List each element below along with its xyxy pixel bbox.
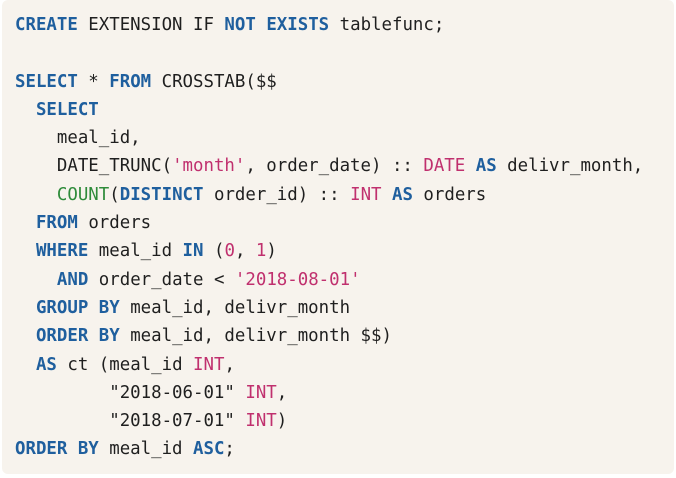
- code-text: ;: [224, 439, 235, 460]
- code-text: meal_id: [98, 439, 193, 460]
- code-line: "2018-06-01" INT,: [15, 379, 674, 407]
- code-line: GROUP BY meal_id, delivr_month: [15, 294, 674, 322]
- sql-code: CREATE EXTENSION IF NOT EXISTS tablefunc…: [15, 11, 674, 464]
- sql-keyword: EXISTS: [266, 15, 330, 35]
- code-text: order_date <: [88, 269, 235, 290]
- sql-keyword: AS: [475, 156, 497, 177]
- sql-keyword: AS: [35, 354, 57, 375]
- code-text: ct (meal_id: [56, 354, 194, 375]
- function-name: COUNT: [56, 184, 110, 205]
- code-text: CROSSTAB($$: [151, 71, 277, 92]
- code-line: DATE_TRUNC('month', order_date) :: DATE …: [15, 152, 674, 180]
- code-text: , order_date) ::: [245, 156, 424, 177]
- code-text: meal_id,: [15, 128, 141, 149]
- code-text: ): [276, 411, 288, 432]
- code-line: WHERE meal_id IN (0, 1): [15, 237, 674, 265]
- code-line: ORDER BY meal_id, delivr_month $$): [15, 322, 674, 350]
- sql-keyword: CREATE: [15, 15, 78, 35]
- sql-keyword: FROM: [35, 213, 78, 234]
- code-text: "2018-07-01": [15, 411, 246, 432]
- sql-keyword: ORDER BY: [35, 326, 120, 347]
- sql-keyword: WHERE: [35, 241, 89, 262]
- sql-keyword: GROUP BY: [35, 297, 120, 318]
- code-text: meal_id: [88, 241, 183, 262]
- code-line: SELECT * FROM CROSSTAB($$: [15, 68, 674, 96]
- code-text: meal_id, delivr_month $$): [119, 326, 392, 347]
- code-text: (: [109, 184, 120, 205]
- code-text: ): [266, 241, 277, 262]
- type-name: INT: [350, 184, 382, 205]
- code-line: "2018-07-01" INT): [15, 407, 674, 435]
- code-text: DATE_TRUNC(: [15, 156, 173, 177]
- code-text: ,: [234, 241, 256, 262]
- code-text: order_id) ::: [203, 184, 351, 205]
- code-line: AS ct (meal_id INT,: [15, 351, 674, 379]
- code-line: CREATE EXTENSION IF NOT EXISTS tablefunc…: [15, 11, 674, 39]
- code-text: ,: [276, 382, 288, 403]
- code-line: SELECT: [15, 96, 674, 124]
- code-text: meal_id, delivr_month: [119, 297, 351, 318]
- code-block: CREATE EXTENSION IF NOT EXISTS tablefunc…: [2, 0, 674, 474]
- code-line: meal_id,: [15, 124, 674, 152]
- sql-keyword: NOT: [224, 15, 256, 35]
- sql-keyword: ASC: [193, 439, 225, 460]
- code-text: orders: [412, 184, 487, 205]
- type-name: INT: [245, 382, 277, 403]
- sql-keyword: ORDER BY: [15, 439, 99, 460]
- code-text: orders: [77, 213, 152, 234]
- type-name: INT: [245, 411, 277, 432]
- string-literal: 'month': [172, 156, 246, 177]
- sql-keyword: FROM: [109, 71, 152, 92]
- code-line: COUNT(DISTINCT order_id) :: INT AS order…: [15, 181, 674, 209]
- number-literal: 0: [224, 241, 235, 262]
- code-text: tablefunc;: [329, 15, 445, 35]
- sql-keyword: AND: [56, 269, 89, 290]
- type-name: INT: [193, 354, 225, 375]
- string-literal: '2018-08-01': [234, 269, 361, 290]
- code-line: AND order_date < '2018-08-01': [15, 266, 674, 294]
- sql-keyword: AS: [392, 184, 413, 205]
- sql-keyword: SELECT: [15, 71, 78, 92]
- sql-keyword: SELECT: [35, 99, 99, 120]
- code-text: EXTENSION IF: [77, 15, 225, 35]
- number-literal: 1: [255, 241, 267, 262]
- code-text: ,: [224, 354, 235, 375]
- code-line: FROM orders: [15, 209, 674, 237]
- sql-keyword: DISTINCT: [119, 184, 204, 205]
- code-line: ORDER BY meal_id ASC;: [15, 435, 674, 463]
- code-text: delivr_month,: [496, 156, 644, 177]
- sql-keyword: IN: [182, 241, 204, 262]
- type-name: DATE: [423, 156, 466, 177]
- code-text: (: [203, 241, 225, 262]
- code-text: *: [77, 71, 110, 92]
- code-text: "2018-06-01": [15, 382, 246, 403]
